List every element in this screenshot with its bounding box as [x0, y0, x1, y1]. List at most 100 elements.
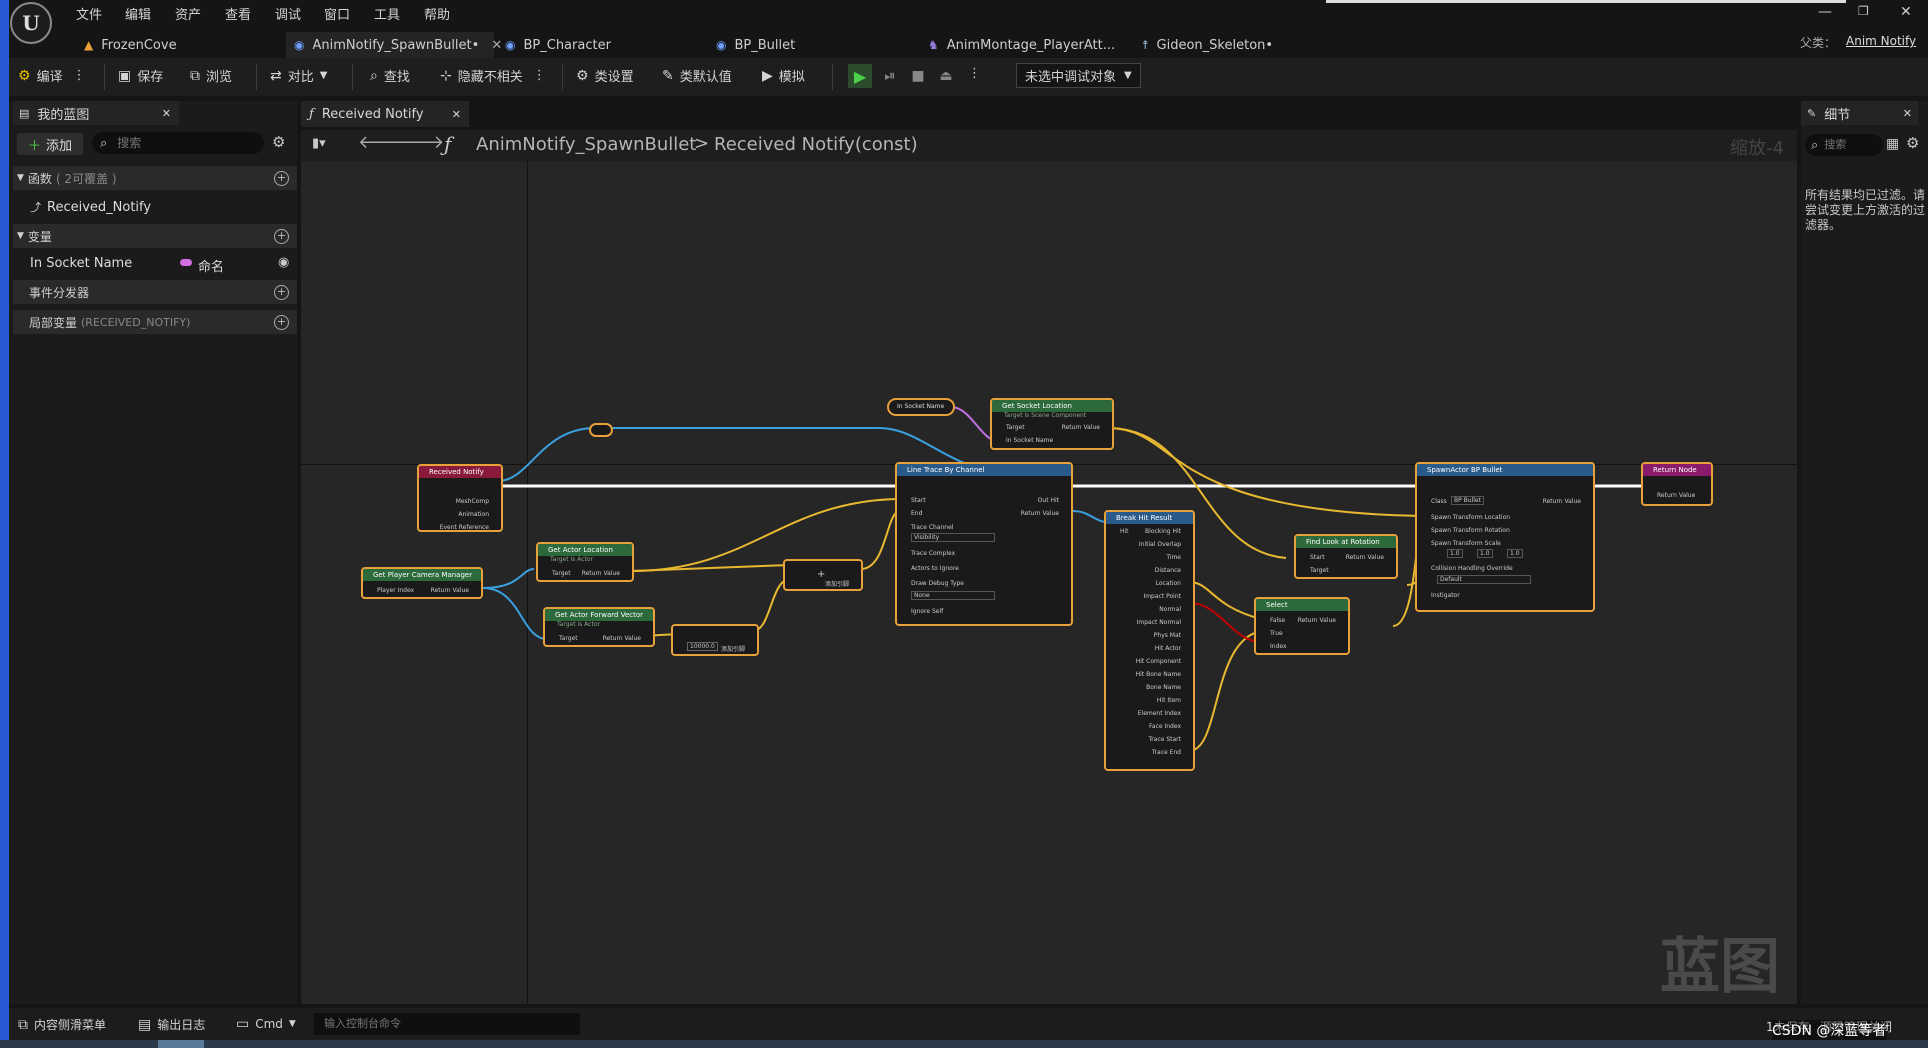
scale-z-field[interactable]: 1.0	[1507, 549, 1523, 558]
node-received-notify[interactable]: Received Notify MeshComp Animation Event…	[417, 464, 503, 532]
close-window-icon[interactable]: ✕	[1900, 4, 1912, 20]
menu-view[interactable]: 查看	[225, 4, 251, 23]
node-reroute[interactable]	[589, 423, 613, 437]
console-input-box[interactable]	[314, 1013, 580, 1035]
tab-bp-bullet[interactable]: ◉ BP_Bullet	[716, 32, 916, 58]
gear-icon[interactable]: ⚙	[1906, 134, 1919, 152]
cmd-dropdown[interactable]: ▭ Cmd ▼	[236, 1016, 296, 1032]
variable-name[interactable]: In Socket Name	[30, 256, 132, 271]
menu-help[interactable]: 帮助	[424, 4, 450, 23]
debug-type-dropdown[interactable]: None	[911, 591, 995, 600]
more-icon[interactable]: ⋮	[968, 66, 981, 81]
node-get-player-camera-manager[interactable]: Get Player Camera Manager Player Index R…	[361, 567, 483, 599]
node-get-actor-forward-vector[interactable]: Get Actor Forward Vector Target is Actor…	[543, 607, 655, 647]
details-search-input[interactable]	[1822, 138, 1875, 152]
tab-animmontage[interactable]: ♞ AnimMontage_PlayerAtt...	[928, 32, 1138, 58]
function-item[interactable]: ⤴ Received_Notify	[30, 199, 151, 215]
tab-details[interactable]: ✎ 细节 ✕	[1801, 101, 1918, 125]
pin-label: Hit Component	[1135, 658, 1181, 665]
node-get-actor-location[interactable]: Get Actor Location Target is Actor Targe…	[536, 542, 634, 582]
taskbar-item[interactable]	[158, 1040, 204, 1048]
node-line-trace-by-channel[interactable]: Line Trace By Channel Start End Trace Ch…	[895, 462, 1073, 626]
node-multiply[interactable]: 10000.0 添加引脚	[671, 624, 759, 656]
menu-debug[interactable]: 调试	[275, 4, 301, 23]
eye-icon[interactable]: ◉	[278, 255, 289, 270]
node-add[interactable]: + 添加引脚	[783, 559, 863, 591]
eject-button[interactable]: ⏏	[934, 64, 958, 88]
menu-file[interactable]: 文件	[76, 4, 102, 23]
gear-icon[interactable]: ⚙	[272, 133, 285, 151]
variable-type[interactable]: 命名	[198, 256, 224, 275]
bookmark-icon[interactable]: ▮▾	[312, 136, 326, 151]
node-select[interactable]: Select False True Index Return Value	[1254, 597, 1350, 655]
search-input[interactable]	[115, 135, 250, 151]
search-box[interactable]: ⌕	[92, 132, 264, 154]
section-dispatchers[interactable]: 事件分发器 +	[13, 280, 297, 304]
node-in-socket-name[interactable]: In Socket Name	[887, 398, 955, 416]
stop-button[interactable]: ■	[906, 64, 930, 88]
save-button[interactable]: ▣ 保存	[118, 66, 163, 86]
parent-class-link[interactable]: Anim Notify	[1846, 34, 1916, 48]
more-icon[interactable]: ⋮	[73, 68, 86, 83]
menu-edit[interactable]: 编辑	[125, 4, 151, 23]
menu-window[interactable]: 窗口	[324, 4, 350, 23]
tab-animnotify[interactable]: ◉ AnimNotify_SpawnBullet• ✕	[286, 32, 502, 58]
scale-x-field[interactable]: 1.0	[1447, 549, 1463, 558]
trace-channel-dropdown[interactable]: Visibility	[911, 533, 995, 542]
tab-received-notify[interactable]: ƒ Received Notify ✕	[301, 101, 469, 127]
hide-unrelated-button[interactable]: ⊹ 隐藏不相关 ⋮	[440, 66, 546, 86]
find-button[interactable]: ⌕ 查找	[370, 66, 410, 86]
diff-button[interactable]: ⇄ 对比 ▼	[270, 66, 327, 86]
menu-tools[interactable]: 工具	[374, 4, 400, 23]
add-local-var-icon[interactable]: +	[274, 314, 289, 330]
tab-close-icon[interactable]: ✕	[491, 38, 502, 53]
tab-frozencove[interactable]: ▲ FrozenCove	[80, 32, 284, 58]
add-dispatcher-icon[interactable]: +	[274, 284, 289, 300]
multiply-value[interactable]: 10000.0	[687, 642, 718, 651]
section-functions[interactable]: ▼ 函数( 2可覆盖 ) +	[13, 166, 297, 190]
node-get-socket-location[interactable]: Get Socket Location Target is Scene Comp…	[990, 398, 1114, 450]
section-variables[interactable]: ▼ 变量 +	[13, 224, 297, 248]
unreal-logo-icon[interactable]: U	[10, 2, 52, 44]
add-variable-icon[interactable]: +	[274, 228, 289, 244]
menu-asset[interactable]: 资产	[175, 4, 201, 23]
simulate-button[interactable]: ▶ 模拟	[762, 66, 805, 86]
node-find-look-at-rotation[interactable]: Find Look at Rotation Start Target Retur…	[1294, 534, 1398, 579]
add-button[interactable]: ＋ 添加	[17, 133, 83, 155]
breadcrumb-root[interactable]: AnimNotify_SpawnBullet	[476, 134, 696, 155]
play-button[interactable]: ▶	[848, 64, 872, 88]
browse-button[interactable]: ⧉ 浏览	[190, 66, 232, 86]
forward-arrow-icon[interactable]: 🡒	[396, 132, 444, 153]
node-break-hit-result[interactable]: Break Hit Result Hit Blocking Hit Initia…	[1104, 510, 1195, 771]
collision-dropdown[interactable]: Default	[1437, 575, 1531, 584]
node-return[interactable]: Return Node Return Value	[1641, 462, 1713, 506]
minimize-icon[interactable]: —	[1818, 4, 1832, 20]
tab-bp-character[interactable]: ◉ BP_Character	[505, 32, 705, 58]
content-drawer-button[interactable]: ⧉ 内容侧滑菜单	[18, 1016, 106, 1033]
close-icon[interactable]: ✕	[1903, 107, 1912, 120]
details-search-box[interactable]: ⌕	[1805, 134, 1883, 156]
output-log-button[interactable]: ▤ 输出日志	[138, 1016, 205, 1033]
class-defaults-button[interactable]: ✎ 类默认值	[662, 66, 732, 86]
console-input[interactable]	[322, 1017, 566, 1031]
close-icon[interactable]: ✕	[162, 107, 171, 120]
drawer-icon: ⧉	[18, 1016, 28, 1033]
table-view-icon[interactable]: ▦	[1886, 136, 1899, 152]
close-icon[interactable]: ✕	[452, 108, 461, 121]
restore-icon[interactable]: ❐	[1858, 4, 1869, 18]
node-spawn-actor[interactable]: SpawnActor BP Bullet Class BP Bullet Spa…	[1415, 462, 1595, 612]
class-dropdown[interactable]: BP Bullet	[1451, 496, 1484, 505]
pin-label: Hit Item	[1156, 697, 1181, 704]
add-pin-label[interactable]: 添加引脚	[721, 644, 745, 653]
scale-y-field[interactable]: 1.0	[1477, 549, 1493, 558]
compile-button[interactable]: ⚙ 编译 ⋮	[18, 66, 86, 86]
class-settings-button[interactable]: ⚙ 类设置	[576, 66, 634, 86]
section-local-vars[interactable]: 局部变量 (RECEIVED_NOTIFY) +	[13, 310, 297, 334]
debug-object-dropdown[interactable]: 未选中调试对象 ▼	[1016, 63, 1141, 88]
add-pin-label[interactable]: 添加引脚	[825, 579, 849, 588]
tab-my-blueprint[interactable]: ▤ 我的蓝图 ✕	[13, 101, 179, 125]
add-function-icon[interactable]: +	[274, 170, 289, 186]
tab-gideon-skeleton[interactable]: ☨ Gideon_Skeleton•	[1142, 32, 1332, 58]
more-icon[interactable]: ⋮	[533, 68, 546, 83]
step-button[interactable]: ⏯	[878, 64, 902, 88]
